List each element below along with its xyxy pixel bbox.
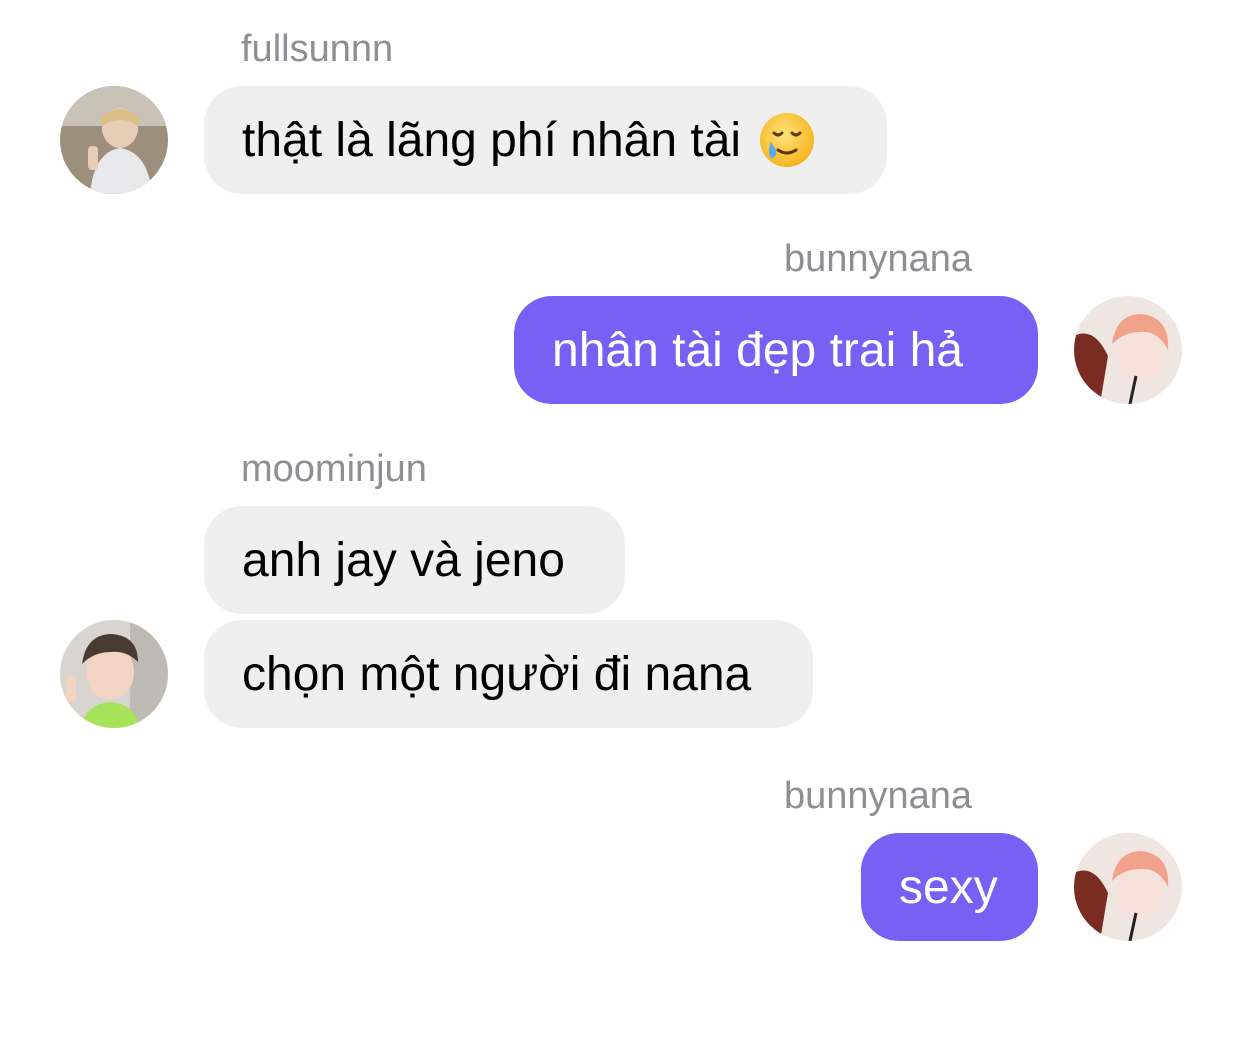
message-text: chọn một người đi nana — [242, 647, 752, 701]
message-bubble[interactable]: anh jay và jeno — [204, 506, 625, 614]
chat-thread: fullsunnn thật là lãng phí nhân tài bunn… — [0, 0, 1242, 1041]
avatar[interactable] — [60, 620, 168, 728]
avatar[interactable] — [1074, 833, 1182, 941]
avatar[interactable] — [1074, 296, 1182, 404]
sender-name: bunnynana — [784, 238, 973, 280]
message-bubble[interactable]: nhân tài đẹp trai hả — [514, 296, 1038, 404]
message-bubble[interactable]: sexy — [861, 833, 1038, 941]
message-text: nhân tài đẹp trai hả — [552, 323, 963, 377]
message-bubble[interactable]: thật là lãng phí nhân tài — [204, 86, 887, 194]
message-bubble[interactable]: chọn một người đi nana — [204, 620, 813, 728]
message-text: sexy — [899, 860, 998, 914]
sender-name: bunnynana — [784, 775, 973, 817]
sender-name: fullsunnn — [241, 28, 394, 70]
message-text: anh jay và jeno — [242, 533, 565, 587]
avatar[interactable] — [60, 86, 168, 194]
sender-name: moominjun — [241, 448, 427, 490]
message-text: thật là lãng phí nhân tài — [242, 113, 742, 167]
smiling-face-with-tear-icon — [759, 112, 815, 168]
